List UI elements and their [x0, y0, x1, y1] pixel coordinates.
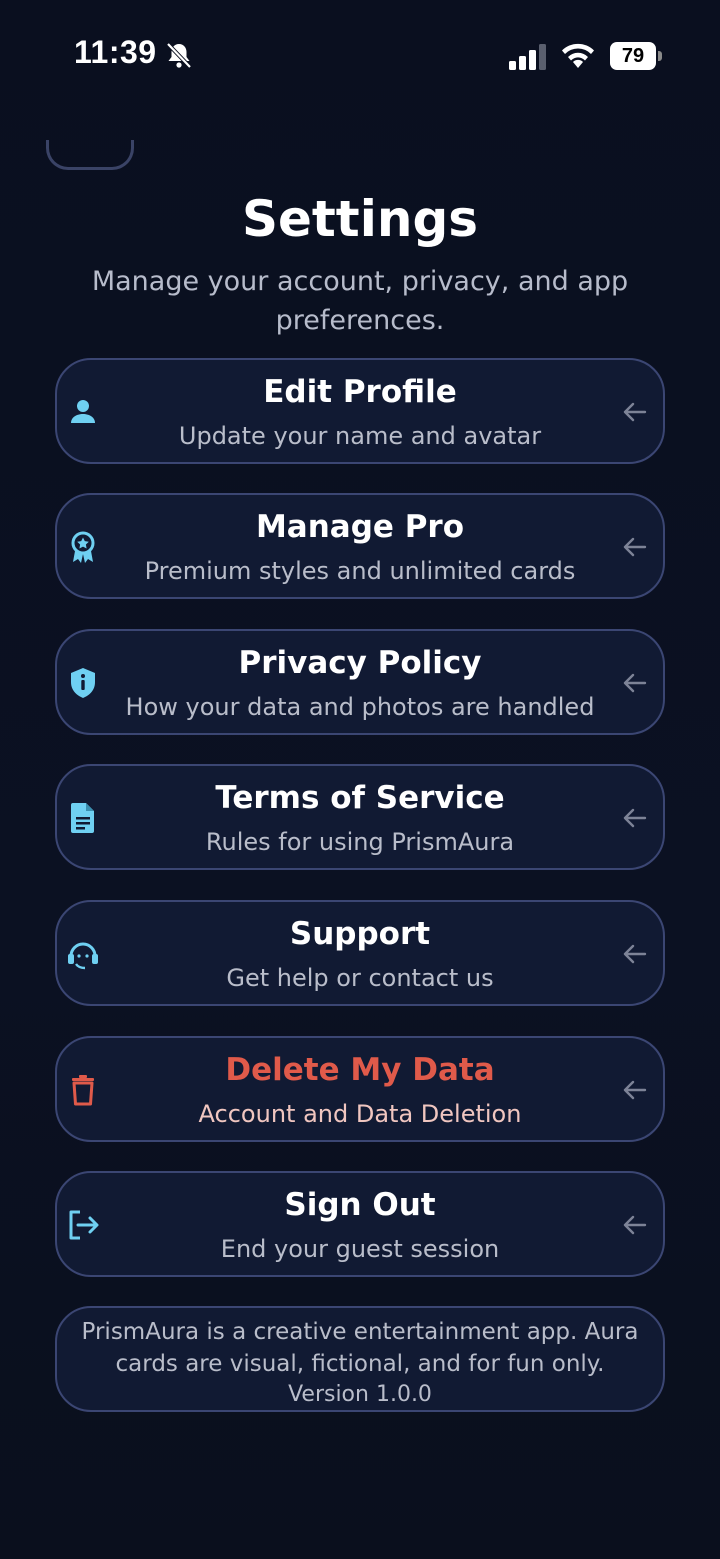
menu-item-label: Privacy Policy: [238, 645, 482, 681]
terms-of-service-button[interactable]: Terms of Service Rules for using PrismAu…: [55, 764, 665, 870]
app-disclaimer: PrismAura is a creative entertainment ap…: [81, 1319, 639, 1377]
delete-my-data-button[interactable]: Delete My Data Account and Data Deletion: [55, 1036, 665, 1142]
battery-level: 79: [610, 42, 656, 70]
menu-item-description: Premium styles and unlimited cards: [144, 557, 576, 585]
menu-item-label: Manage Pro: [255, 509, 465, 545]
menu-item-label: Support: [289, 916, 431, 952]
sign-out-button[interactable]: Sign Out End your guest session: [55, 1171, 665, 1277]
bell-muted-icon: [166, 42, 192, 69]
menu-item-description: Account and Data Deletion: [198, 1100, 522, 1128]
arrow-left-icon: [623, 1080, 647, 1100]
menu-item-description: Update your name and avatar: [178, 422, 542, 450]
logout-icon: [69, 1210, 99, 1240]
menu-item-description: Get help or contact us: [226, 964, 494, 992]
support-agent-icon: [68, 942, 98, 970]
menu-item-label: Delete My Data: [225, 1052, 495, 1088]
menu-item-label: Sign Out: [284, 1187, 436, 1223]
document-icon: [71, 803, 94, 833]
menu-item-description: End your guest session: [220, 1235, 500, 1263]
edit-profile-button[interactable]: Edit Profile Update your name and avatar: [55, 358, 665, 464]
arrow-left-icon: [623, 402, 647, 422]
back-button[interactable]: [46, 140, 134, 170]
app-version: Version 1.0.0: [288, 1382, 432, 1407]
arrow-left-icon: [623, 808, 647, 828]
user-icon: [71, 400, 95, 423]
menu-item-label: Edit Profile: [263, 374, 457, 410]
arrow-left-icon: [623, 537, 647, 557]
status-bar: 11:39 79: [0, 0, 720, 110]
manage-pro-button[interactable]: Manage Pro Premium styles and unlimited …: [55, 493, 665, 599]
page-subtitle: Manage your account, privacy, and app pr…: [91, 266, 629, 336]
arrow-left-icon: [623, 944, 647, 964]
arrow-left-icon: [623, 1215, 647, 1235]
cellular-signal-icon: [509, 44, 546, 70]
wifi-icon: [562, 43, 594, 68]
badge-star-icon: [71, 531, 95, 563]
arrow-left-icon: [623, 673, 647, 693]
shield-info-icon: [71, 668, 95, 698]
status-time: 11:39: [74, 34, 157, 70]
menu-item-label: Terms of Service: [215, 780, 505, 816]
settings-screen: 11:39 79 Settings Manage your account, p…: [0, 0, 720, 1559]
battery-cap: [658, 51, 662, 61]
privacy-policy-button[interactable]: Privacy Policy How your data and photos …: [55, 629, 665, 735]
app-info-box: PrismAura is a creative entertainment ap…: [55, 1306, 665, 1412]
menu-item-description: Rules for using PrismAura: [205, 828, 515, 856]
trash-icon: [72, 1075, 94, 1106]
battery-icon: 79: [610, 42, 662, 70]
support-button[interactable]: Support Get help or contact us: [55, 900, 665, 1006]
menu-item-description: How your data and photos are handled: [125, 693, 595, 721]
page-title: Settings: [241, 190, 478, 248]
